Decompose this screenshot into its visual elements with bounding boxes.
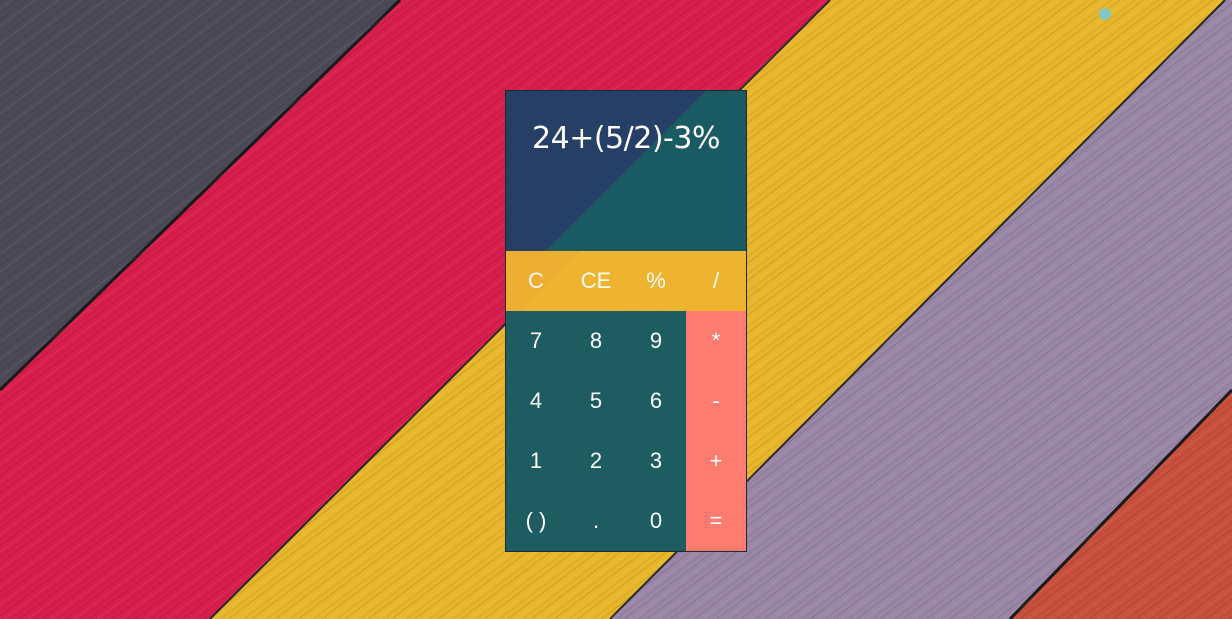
- calculator-display: 24+(5/2)-3%: [506, 91, 746, 251]
- clear-entry-button[interactable]: CE: [566, 251, 626, 311]
- digit-9-button[interactable]: 9: [626, 311, 686, 371]
- subtract-button[interactable]: -: [686, 371, 746, 431]
- digit-6-button[interactable]: 6: [626, 371, 686, 431]
- multiply-button[interactable]: *: [686, 311, 746, 371]
- digit-2-button[interactable]: 2: [566, 431, 626, 491]
- digit-0-button[interactable]: 0: [626, 491, 686, 551]
- equals-button[interactable]: =: [686, 491, 746, 551]
- calculator: 24+(5/2)-3% C CE % / 7 8 9 * 4 5 6 - 1 2…: [505, 90, 747, 552]
- digit-7-button[interactable]: 7: [506, 311, 566, 371]
- divide-button[interactable]: /: [686, 251, 746, 311]
- parentheses-button[interactable]: ( ): [506, 491, 566, 551]
- digit-1-button[interactable]: 1: [506, 431, 566, 491]
- digit-8-button[interactable]: 8: [566, 311, 626, 371]
- clear-button[interactable]: C: [506, 251, 566, 311]
- percent-button[interactable]: %: [626, 251, 686, 311]
- digit-3-button[interactable]: 3: [626, 431, 686, 491]
- digit-4-button[interactable]: 4: [506, 371, 566, 431]
- keypad: C CE % / 7 8 9 * 4 5 6 - 1 2 3 + ( ) . 0…: [506, 251, 746, 551]
- decimal-button[interactable]: .: [566, 491, 626, 551]
- expression-text: 24+(5/2)-3%: [532, 121, 720, 156]
- digit-5-button[interactable]: 5: [566, 371, 626, 431]
- add-button[interactable]: +: [686, 431, 746, 491]
